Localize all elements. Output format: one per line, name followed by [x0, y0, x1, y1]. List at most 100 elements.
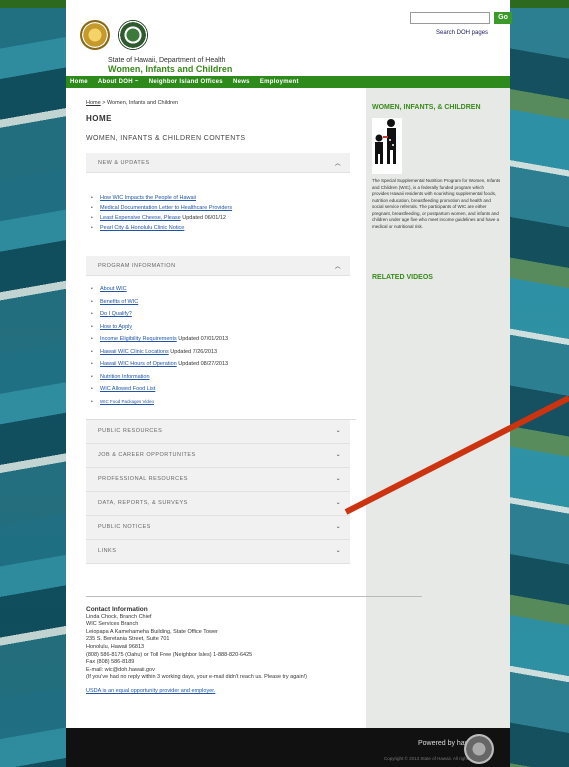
accordion-program-information[interactable]: PROGRAM INFORMATION ︿ [86, 256, 350, 276]
breadcrumb-current: > Women, Infants and Children [100, 100, 179, 106]
contact-heading: Contact Information [86, 606, 148, 613]
list-item: Least Expensive Cheese, Please Updated 0… [86, 215, 356, 221]
link-benefits-of-wic[interactable]: Benefits of WIC [100, 299, 138, 305]
list-item: Pearl City & Honolulu Clinic Notice [86, 225, 356, 231]
contact-line: Linda Chock, Branch Chief [86, 613, 152, 620]
accordion-title: PROGRAM INFORMATION [98, 262, 176, 269]
chevron-up-icon: ︿ [334, 160, 341, 167]
link-income-eligibility[interactable]: Income Eligibility Requirements [100, 336, 177, 342]
contact-line: 235 S. Beretania Street, Suite 701 [86, 636, 170, 643]
contact-email[interactable]: E-mail: wic@doh.hawaii.gov [86, 667, 361, 675]
sidebar-description: The Special Supplemental Nutrition Progr… [372, 178, 501, 229]
link-how-to-apply[interactable]: How to Apply [100, 324, 132, 330]
contact-line: WIC Services Branch [86, 621, 139, 628]
chevron-down-icon: ⌄ [335, 452, 341, 458]
list-item: Benefits of WIC [86, 299, 356, 305]
list-item: How to Apply [86, 324, 356, 330]
state-seal-icon[interactable] [80, 20, 110, 50]
accordion-links[interactable]: LINKS ⌄ [86, 539, 350, 564]
equal-opportunity-link[interactable]: USDA is an equal opportunity provider an… [86, 688, 215, 694]
link-do-i-qualify[interactable]: Do I Qualify? [100, 311, 132, 317]
agency-title[interactable]: Women, Infants and Children [108, 64, 232, 74]
accordion-public-resources[interactable]: PUBLIC RESOURCES ⌄ [86, 419, 350, 444]
link-hours-of-operation[interactable]: Hawaii WIC Hours of Operation [100, 361, 177, 367]
updated-note: Updated 7/26/2013 [168, 348, 218, 355]
chevron-down-icon: ⌄ [335, 476, 341, 482]
wic-logo-image [372, 118, 402, 174]
nav-neighbor-island-offices[interactable]: Neighbor Island Offices [149, 79, 223, 85]
background-ocean-left [0, 8, 66, 767]
contact-line: (If you've had no reply within 3 working… [86, 674, 307, 681]
link-about-wic[interactable]: About WIC [100, 286, 127, 292]
nav-about-doh[interactable]: About DOH ~ [98, 79, 139, 85]
list-item: How WIC Impacts the People of Hawaii [86, 195, 356, 201]
chevron-down-icon: ⌄ [335, 500, 341, 506]
breadcrumb-home-link[interactable]: Home [86, 100, 101, 106]
search-go-button[interactable]: Go [494, 12, 512, 24]
main-content: Home > Women, Infants and Children HOME … [86, 100, 356, 564]
nav-news[interactable]: News [233, 79, 250, 85]
accordion-new-updates[interactable]: NEW & UPDATES ︿ [86, 153, 350, 173]
list-item: Do I Qualify? [86, 311, 356, 317]
new-updates-list: How WIC Impacts the People of Hawaii Med… [86, 195, 356, 231]
list-item: WIC Allowed Food List [86, 386, 356, 392]
doh-logo-icon[interactable] [118, 20, 148, 50]
state-department-line: State of Hawaii, Department of Health [108, 57, 226, 64]
breadcrumb: Home > Women, Infants and Children [86, 100, 356, 106]
site-header: State of Hawaii, Department of Health Wo… [66, 0, 512, 76]
list-item: Medical Documentation Letter to Healthca… [86, 205, 356, 211]
accordion-title: PROFESSIONAL RESOURCES [98, 476, 188, 482]
chevron-down-icon: ⌄ [335, 548, 341, 554]
list-item: WIC Food Packages Video [86, 399, 356, 405]
related-videos-heading: RELATED VIDEOS [372, 274, 433, 281]
collapsed-sections: PUBLIC RESOURCES ⌄ JOB & CAREER OPPORTUN… [86, 418, 356, 564]
list-item: Income Eligibility Requirements Updated … [86, 336, 356, 342]
updated-note: Updated 08/27/2013 [176, 361, 229, 367]
nav-home[interactable]: Home [70, 79, 88, 85]
chevron-up-icon: ︿ [334, 263, 341, 270]
background-ocean-right [510, 8, 569, 767]
accordion-title: DATA, REPORTS, & SURVEYS [98, 500, 188, 506]
accordion-title: NEW & UPDATES [98, 159, 150, 166]
link-medical-documentation[interactable]: Medical Documentation Letter to Healthca… [100, 205, 232, 211]
accordion-job-career[interactable]: JOB & CAREER OPPORTUNITES ⌄ [86, 443, 350, 468]
equal-opportunity-wrap: USDA is an equal opportunity provider an… [86, 688, 361, 696]
sidebar-title: WOMEN, INFANTS, & CHILDREN [372, 104, 481, 111]
chevron-down-icon: ⌄ [335, 428, 341, 434]
content-divider [86, 596, 422, 597]
page-title: HOME [86, 114, 112, 123]
nav-employment[interactable]: Employment [260, 79, 299, 85]
search-input[interactable] [410, 12, 490, 24]
search-doh-label[interactable]: Search DOH pages [436, 30, 488, 36]
contact-line: Honolulu, Hawaii 96813 [86, 643, 145, 650]
accordion-title: PUBLIC NOTICES [98, 524, 151, 530]
chevron-down-icon: ⌄ [335, 524, 341, 530]
link-allowed-food-list[interactable]: WIC Allowed Food List [100, 386, 155, 392]
accordion-professional-resources[interactable]: PROFESSIONAL RESOURCES ⌄ [86, 467, 350, 492]
updated-note: Updated 06/01/12 [180, 215, 226, 221]
contact-line: Leiopapa A Kamehameha Building, State Of… [86, 628, 218, 635]
accordion-public-notices[interactable]: PUBLIC NOTICES ⌄ [86, 515, 350, 540]
link-how-wic-impacts[interactable]: How WIC Impacts the People of Hawaii [100, 195, 196, 201]
footer-seal-icon [464, 734, 494, 764]
contact-information: Contact Information Linda Chock, Branch … [86, 606, 361, 696]
main-nav: Home About DOH ~ Neighbor Island Offices… [66, 76, 510, 88]
sidebar: WOMEN, INFANTS, & CHILDREN The Special S… [366, 88, 510, 728]
footer: Powered by hawaii.gov Copyright © 2013 S… [66, 728, 510, 767]
list-item: Hawaii WIC Clinic Locations Updated 7/26… [86, 349, 356, 355]
link-nutrition-information[interactable]: Nutrition Information [100, 374, 150, 380]
accordion-title: LINKS [98, 548, 117, 554]
accordion-title: PUBLIC RESOURCES [98, 428, 163, 434]
link-food-packages-video[interactable]: WIC Food Packages Video [100, 399, 154, 404]
list-item: Hawaii WIC Hours of Operation Updated 08… [86, 361, 356, 367]
page-container: State of Hawaii, Department of Health Wo… [66, 0, 512, 767]
accordion-title: JOB & CAREER OPPORTUNITES [98, 452, 196, 458]
link-clinic-notice[interactable]: Pearl City & Honolulu Clinic Notice [100, 225, 184, 231]
contact-line: (808) 586-8175 (Oahu) or Toll Free (Neig… [86, 651, 253, 658]
accordion-data-reports[interactable]: DATA, REPORTS, & SURVEYS ⌄ [86, 491, 350, 516]
link-clinic-locations[interactable]: Hawaii WIC Clinic Locations [100, 349, 169, 355]
updated-note: Updated 07/01/2013 [176, 336, 229, 342]
program-information-list: About WIC Benefits of WIC Do I Qualify? … [86, 286, 356, 405]
list-item: Nutrition Information [86, 374, 356, 380]
link-least-expensive-cheese[interactable]: Least Expensive Cheese, Please [100, 215, 181, 221]
